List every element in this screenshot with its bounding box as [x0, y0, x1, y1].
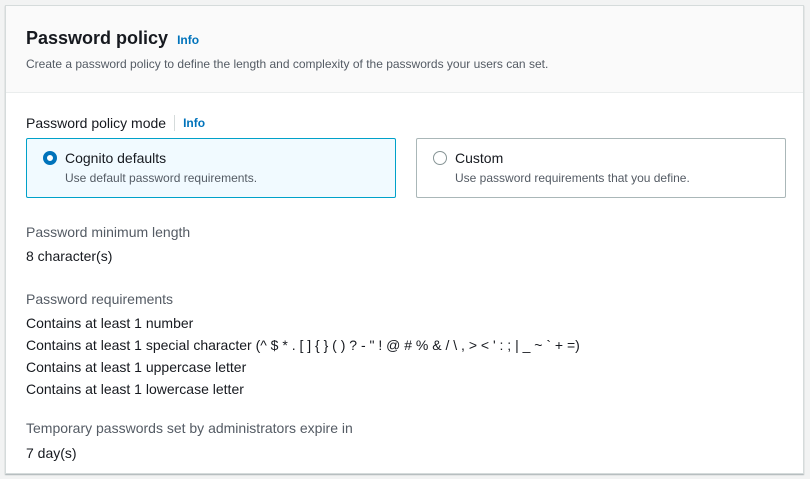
min-length-label: Password minimum length: [26, 224, 191, 240]
min-length-field: Password minimum length 8 character(s): [26, 223, 783, 265]
panel-description: Create a password policy to define the l…: [26, 57, 549, 71]
panel-body: Password policy mode Info Cognito defaul…: [6, 113, 803, 462]
min-length-value: 8 character(s): [26, 248, 113, 264]
temp-password-label: Temporary passwords set by administrator…: [26, 420, 353, 436]
tile-description: Use default password requirements.: [65, 171, 258, 185]
requirements-field: Password requirements Contains at least …: [26, 290, 783, 400]
requirements-label: Password requirements: [26, 291, 174, 307]
label-divider: [174, 115, 176, 131]
radio-selected-icon[interactable]: [43, 151, 57, 165]
temp-password-value: 7 day(s): [26, 445, 77, 461]
tile-title: Cognito defaults: [65, 150, 167, 166]
mode-info-link[interactable]: Info: [183, 116, 205, 130]
requirement-item: Contains at least 1 number: [26, 315, 194, 331]
panel-title: Password policy: [26, 28, 169, 48]
password-policy-panel: Password policy Info Create a password p…: [5, 5, 804, 474]
requirement-item: Contains at least 1 lowercase letter: [26, 381, 244, 397]
title-row: Password policy Info: [26, 27, 803, 49]
mode-label: Password policy mode: [26, 115, 167, 131]
requirement-item: Contains at least 1 uppercase letter: [26, 359, 247, 375]
title-info-link[interactable]: Info: [177, 33, 199, 47]
tile-cognito-defaults[interactable]: Cognito defaults Use default password re…: [26, 138, 396, 198]
tile-description: Use password requirements that you defin…: [455, 171, 690, 185]
radio-unselected-icon[interactable]: [433, 151, 447, 165]
mode-label-row: Password policy mode Info: [26, 113, 783, 133]
panel-header: Password policy Info Create a password p…: [6, 6, 803, 93]
mode-tiles: Cognito defaults Use default password re…: [26, 138, 786, 200]
requirement-item: Contains at least 1 special character (^…: [26, 337, 580, 353]
tile-title: Custom: [455, 150, 504, 166]
temp-password-field: Temporary passwords set by administrator…: [26, 419, 783, 462]
tile-custom[interactable]: Custom Use password requirements that yo…: [416, 138, 786, 198]
